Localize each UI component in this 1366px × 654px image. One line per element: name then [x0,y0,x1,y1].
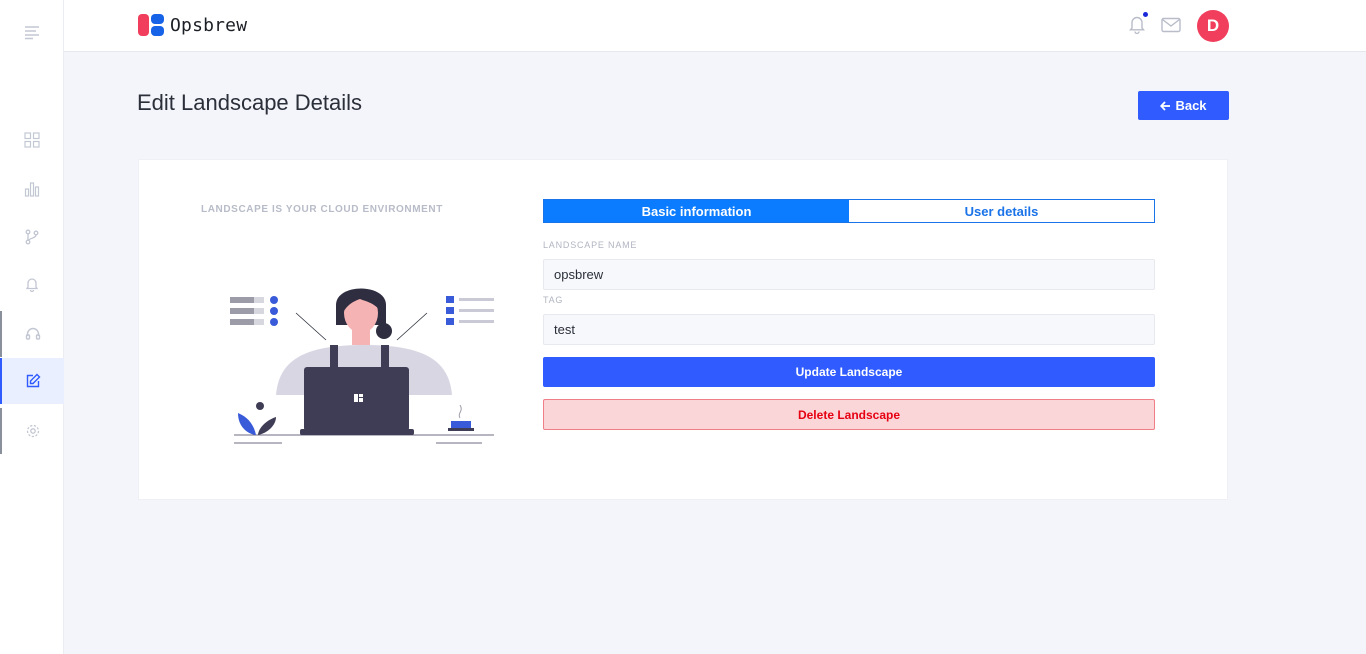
brand-name: Opsbrew [170,14,248,36]
sidebar-item-support[interactable] [0,311,64,357]
notification-dot [1143,12,1148,17]
bell-icon [1129,16,1145,35]
mail-icon [1161,17,1181,33]
hamburger-icon [25,26,39,40]
sidebar-item-alerts[interactable] [0,261,64,307]
edit-icon [26,373,41,388]
tag-label: TAG [543,295,564,305]
user-avatar[interactable]: D [1197,10,1229,42]
headset-icon [25,327,41,340]
update-landscape-button[interactable]: Update Landscape [543,357,1155,387]
landscape-name-label: LANDSCAPE NAME [543,240,638,250]
git-branch-icon [25,229,39,245]
sidebar-item-edit[interactable] [0,358,64,404]
bell-icon [25,278,39,292]
grid-icon [24,132,40,148]
illustration-caption: LANDSCAPE IS YOUR CLOUD ENVIRONMENT [201,204,443,215]
brand-logo[interactable]: Opsbrew [138,14,247,36]
page-title: Edit Landscape Details [137,90,363,115]
form-tabs: Basic information User details [543,199,1155,223]
landscape-name-input[interactable] [543,259,1155,290]
sidebar-item-settings[interactable] [0,408,64,454]
back-button[interactable]: Back [1138,91,1229,120]
bar-chart-icon [24,182,40,197]
sidebar [0,0,64,654]
delete-landscape-button[interactable]: Delete Landscape [543,399,1155,430]
sidebar-item-branches[interactable] [0,214,64,260]
logo-mark-icon [138,14,164,36]
person-at-laptop-illustration [230,288,494,444]
arrow-left-icon [1160,100,1171,111]
sidebar-menu-toggle[interactable] [0,9,64,55]
notifications-button[interactable] [1128,12,1148,39]
sidebar-item-dashboard[interactable] [0,117,64,163]
tab-user-details[interactable]: User details [849,200,1154,222]
gear-icon [26,424,40,438]
tag-input[interactable] [543,314,1155,345]
back-button-label: Back [1175,98,1207,113]
sidebar-item-analytics[interactable] [0,166,64,212]
tab-basic-information[interactable]: Basic information [544,200,849,222]
messages-button[interactable] [1161,17,1181,38]
landscape-form-card: LANDSCAPE IS YOUR CLOUD ENVIRONMENT Basi… [138,159,1228,500]
topbar: Opsbrew D [64,0,1366,52]
